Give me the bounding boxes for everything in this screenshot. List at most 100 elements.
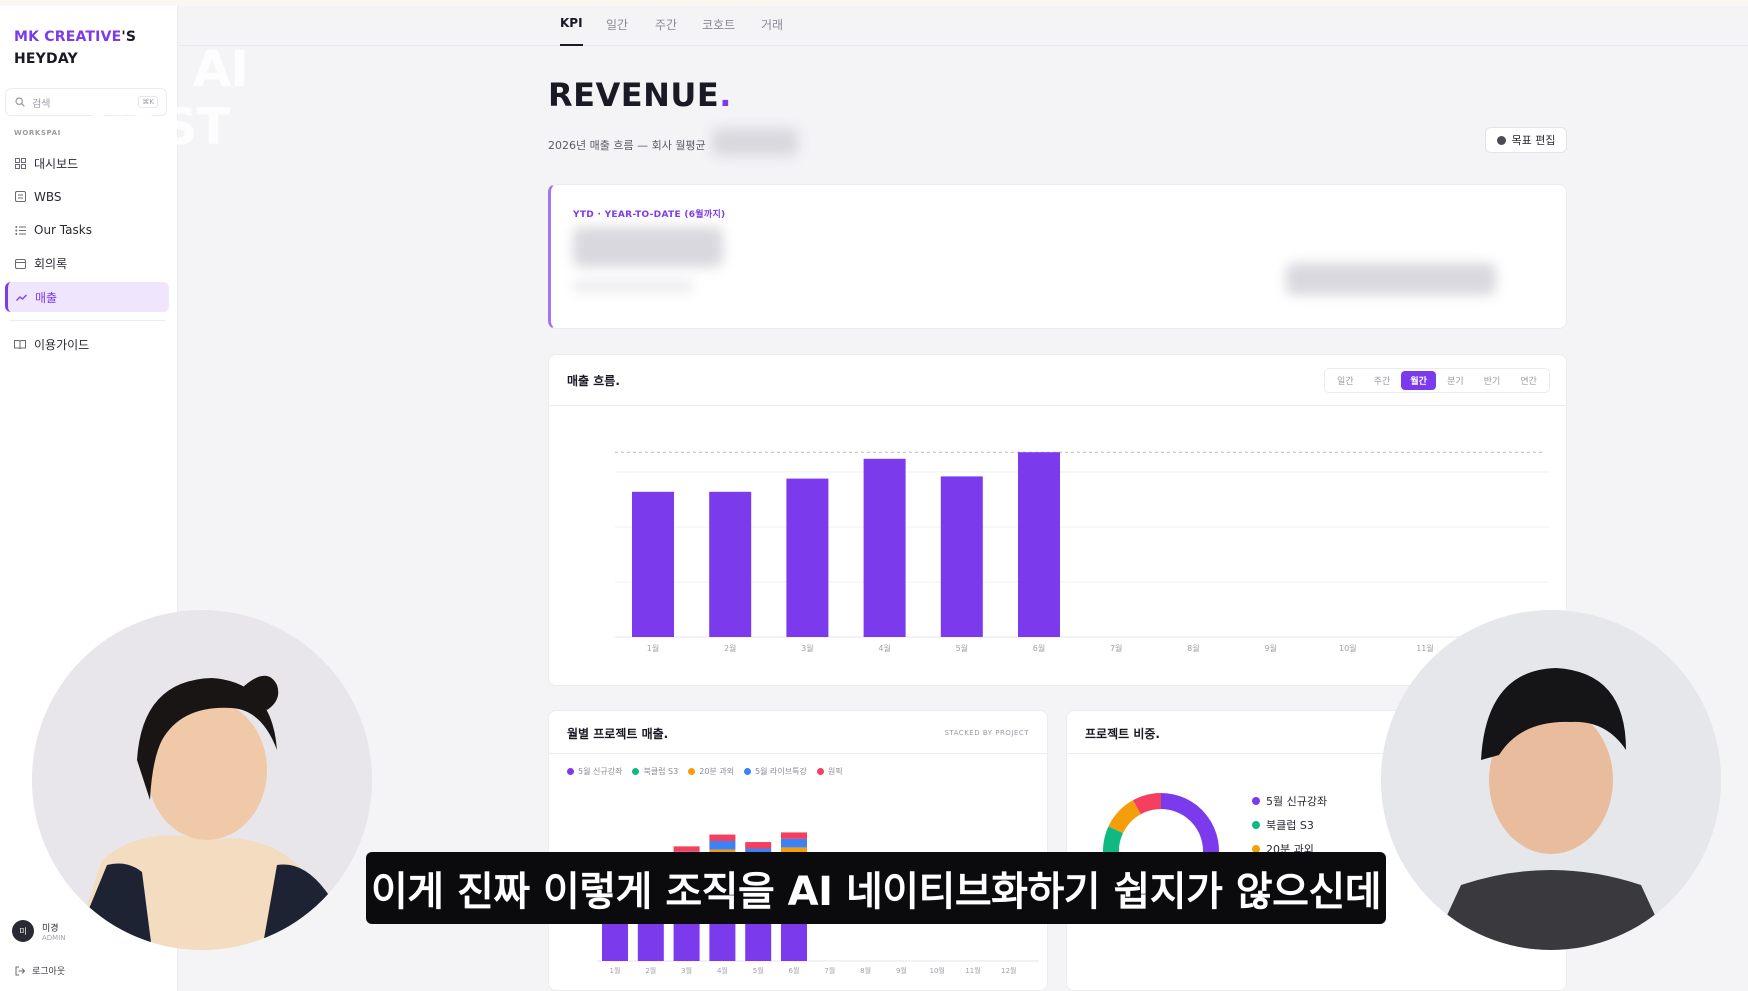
- legend-swatch: [567, 768, 574, 775]
- brand-name: MK CREATIVE: [14, 29, 122, 45]
- page-subtitle: 2026년 매출 흐름 — 회사 월평균: [548, 139, 706, 152]
- user-name: 미경: [42, 923, 59, 934]
- video-caption: 이게 진짜 이렇게 조직을 AI 네이티브화하기 쉽지가 않으신데: [366, 852, 1386, 924]
- x-tick-label: 8월: [1187, 643, 1199, 653]
- ytd-label: YTD · YEAR-TO-DATE (6월까지): [573, 210, 726, 220]
- user-role: ADMIN: [42, 933, 66, 942]
- sidebar-item-label: 이용가이드: [34, 337, 90, 352]
- period-half[interactable]: 반기: [1475, 371, 1510, 390]
- bar: [632, 491, 674, 637]
- revenue-bar-chart: 1월2월3월4월5월6월7월8월9월10월11월12월: [615, 451, 1549, 653]
- calendar-icon: [14, 258, 26, 270]
- bar: [940, 476, 983, 637]
- bar: [786, 478, 829, 637]
- sidebar-item-dashboard[interactable]: 대시보드: [5, 148, 169, 178]
- legend-item[interactable]: 원픽: [816, 766, 843, 777]
- period-daily[interactable]: 일간: [1328, 371, 1363, 390]
- x-tick-label: 9월: [896, 966, 907, 975]
- list-box-icon: [14, 191, 26, 203]
- x-tick-label: 9월: [1264, 643, 1276, 653]
- period-monthly[interactable]: 월간: [1401, 371, 1437, 390]
- legend-item[interactable]: 5월 신규강좌: [567, 766, 622, 777]
- sidebar-item-revenue[interactable]: 매출: [5, 282, 169, 312]
- legend-label: 20분 과외: [699, 767, 735, 776]
- stacked-bar-segment: [781, 838, 807, 848]
- revenue-flow-title: 매출 흐름.: [567, 374, 620, 388]
- legend-swatch: [688, 768, 696, 775]
- workspace-label: WORKSPAI: [14, 129, 61, 137]
- user-profile[interactable]: 미 미경 ADMIN: [12, 920, 66, 942]
- period-yearly[interactable]: 연간: [1511, 371, 1546, 390]
- title-accent-dot: .: [719, 76, 732, 114]
- search-icon: [14, 96, 26, 108]
- person-illustration: [32, 610, 372, 950]
- sidebar-item-label: 회의록: [34, 257, 68, 271]
- search-input[interactable]: 검색 ⌘K: [5, 88, 167, 116]
- card-header-divider: [549, 753, 1047, 754]
- x-tick-label: 1월: [610, 966, 621, 975]
- legend-label: 5월 신규강좌: [1266, 795, 1328, 808]
- brand-subtitle: HEYDAY: [14, 51, 78, 67]
- legend-item[interactable]: 북클럽 S3: [632, 766, 678, 777]
- edit-goal-label: 목표 편집: [1511, 134, 1556, 147]
- tab-cohort[interactable]: 코호트: [702, 16, 735, 46]
- legend-label: 북클럽 S3: [643, 767, 679, 776]
- sidebar-item-label: Our Tasks: [34, 223, 92, 237]
- book-icon: [14, 338, 26, 350]
- donut-legend: 5월 신규강좌 북클럽 S3 20분 과외: [1252, 789, 1327, 861]
- page-title: REVENUE.: [548, 76, 732, 114]
- x-tick-label: 12월: [1001, 966, 1016, 975]
- revenue-flow-card: 매출 흐름. 일간 주간 월간 분기 반기 연간 1월 2월 3월 4월 5월 6월 7월 8…: [548, 354, 1567, 686]
- blurred-value: [712, 128, 798, 156]
- sidebar-item-label: 대시보드: [34, 156, 79, 171]
- donut-slice: [1108, 800, 1142, 834]
- webcam-host-right: [1381, 610, 1721, 950]
- x-tick-label: 7월: [1110, 643, 1122, 653]
- legend-label: 북클럽 S3: [1266, 819, 1314, 832]
- legend-item[interactable]: 5월 신규강좌: [1252, 789, 1327, 813]
- page-title-text: REVENUE: [548, 76, 720, 114]
- bar: [709, 491, 752, 637]
- checklist-icon: [14, 224, 26, 236]
- sidebar-item-guide[interactable]: 이용가이드: [5, 329, 169, 359]
- legend-label: 5월 신규강좌: [578, 767, 623, 776]
- x-tick-label: 10월: [930, 966, 945, 975]
- logout-label: 로그아웃: [32, 967, 66, 977]
- legend-swatch: [1252, 797, 1260, 805]
- tab-transactions[interactable]: 거래: [761, 16, 783, 46]
- webcam-host-left: [32, 610, 372, 950]
- tab-kpi[interactable]: KPI: [560, 16, 583, 46]
- stacked-bar-segment: [745, 842, 772, 849]
- brand-logo[interactable]: MK CREATIVE'S HEYDAY: [14, 26, 136, 70]
- legend-swatch: [744, 768, 752, 775]
- tab-weekly[interactable]: 주간: [655, 16, 677, 46]
- sidebar-divider: [9, 320, 165, 321]
- sidebar-item-wbs[interactable]: WBS: [5, 182, 169, 212]
- edit-goal-button[interactable]: 목표 편집: [1485, 127, 1567, 153]
- legend-item[interactable]: 북클럽 S3: [1252, 813, 1327, 837]
- period-selector: 일간 주간 월간 분기 반기 연간: [1324, 368, 1550, 393]
- sidebar-item-our-tasks[interactable]: Our Tasks: [5, 215, 169, 245]
- period-weekly[interactable]: 주간: [1365, 371, 1400, 390]
- logout-button[interactable]: 로그아웃: [14, 964, 65, 977]
- avatar: 미: [12, 920, 34, 942]
- x-tick-label: 3월: [681, 966, 692, 975]
- brand-apostrophe: 'S: [121, 29, 137, 45]
- ytd-card: YTD · YEAR-TO-DATE (6월까지): [548, 184, 1567, 329]
- x-tick-label: 3월: [801, 643, 813, 653]
- x-tick-label: 10월: [1339, 643, 1357, 653]
- grid-icon: [14, 157, 26, 169]
- search-placeholder: 검색: [32, 98, 51, 110]
- x-tick-label: 4월: [878, 643, 890, 653]
- stacked-bar-segment: [709, 834, 736, 841]
- trend-icon: [15, 291, 27, 303]
- sidebar-item-label: WBS: [34, 189, 62, 204]
- legend-item[interactable]: 5월 라이브특강: [744, 766, 807, 777]
- ytd-progress-blurred: [1286, 263, 1496, 295]
- person-illustration: [1381, 610, 1721, 950]
- sidebar-item-meetings[interactable]: 회의록: [5, 249, 169, 279]
- x-tick-label: 8월: [860, 966, 871, 975]
- legend-item[interactable]: 20분 과외: [688, 766, 734, 777]
- tab-daily[interactable]: 일간: [606, 16, 628, 46]
- period-quarterly[interactable]: 분기: [1438, 371, 1473, 390]
